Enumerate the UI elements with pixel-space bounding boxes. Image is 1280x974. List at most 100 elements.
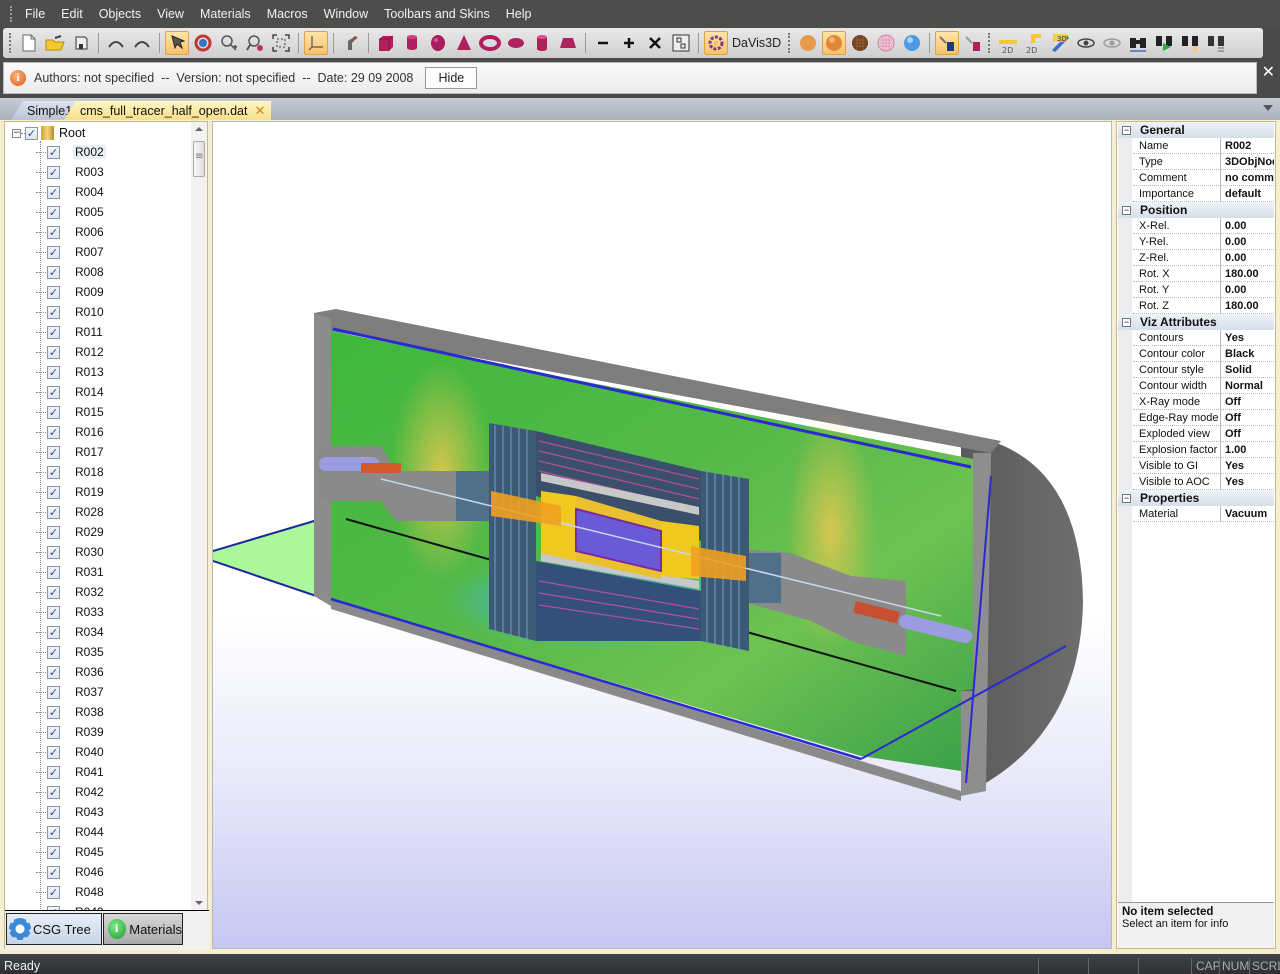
show-hidden-button[interactable] — [1100, 31, 1124, 55]
visibility-checkbox[interactable]: ✓ — [47, 605, 60, 619]
tree-item[interactable]: ✓ R033 — [36, 604, 106, 620]
menu-file[interactable]: File — [17, 7, 53, 21]
subtract-button[interactable] — [591, 31, 615, 55]
menu-window[interactable]: Window — [316, 7, 376, 21]
tree-item[interactable]: ✓ R010 — [36, 304, 106, 320]
visibility-checkbox[interactable]: ✓ — [47, 525, 60, 539]
close-info-bar-icon[interactable]: ✕ — [1262, 62, 1275, 81]
property-category[interactable]: − Viz Attributes — [1118, 314, 1274, 330]
property-category[interactable]: − Position — [1118, 202, 1274, 218]
property-row[interactable]: X-Rel. 0.00 — [1118, 218, 1274, 234]
visibility-checkbox[interactable]: ✓ — [47, 705, 60, 719]
visibility-checkbox[interactable]: ✓ — [47, 825, 60, 839]
visibility-checkbox[interactable]: ✓ — [47, 785, 60, 799]
property-value[interactable]: Off — [1221, 426, 1274, 442]
cone-primitive-button[interactable] — [452, 31, 476, 55]
redo-button[interactable] — [130, 31, 154, 55]
property-value[interactable]: Yes — [1221, 474, 1274, 490]
shade-smooth-button[interactable] — [822, 31, 847, 55]
tree-item[interactable]: ✓ R009 — [36, 284, 106, 300]
trapezoid-primitive-button[interactable] — [556, 31, 580, 55]
cylinder-primitive-button[interactable] — [400, 31, 424, 55]
tab-list-dropdown-icon[interactable] — [1263, 105, 1273, 111]
tree-item[interactable]: ✓ R011 — [36, 324, 105, 340]
view-3d-button[interactable]: 3D — [1048, 31, 1072, 55]
property-value[interactable]: Yes — [1221, 458, 1274, 474]
zoom-in-button[interactable] — [217, 31, 241, 55]
property-value[interactable]: Solid — [1221, 362, 1274, 378]
property-value[interactable]: no comment — [1221, 170, 1274, 186]
tree-item[interactable]: ✓ R044 — [36, 824, 106, 840]
tree-item[interactable]: ✓ R015 — [36, 404, 106, 420]
property-row[interactable]: Edge-Ray mode Off — [1118, 410, 1274, 426]
tree-item[interactable]: ✓ R002 — [36, 144, 106, 160]
visibility-checkbox[interactable]: ✓ — [47, 145, 60, 159]
menu-materials[interactable]: Materials — [192, 7, 259, 21]
visibility-checkbox[interactable]: ✓ — [47, 385, 60, 399]
tube-primitive-button[interactable] — [530, 31, 554, 55]
menu-help[interactable]: Help — [498, 7, 540, 21]
visibility-checkbox[interactable]: ✓ — [47, 225, 60, 239]
tree-item[interactable]: ✓ R007 — [36, 244, 106, 260]
property-row[interactable]: Commentno comment — [1118, 170, 1274, 186]
property-row[interactable]: Contour color Black — [1118, 346, 1274, 362]
property-value[interactable]: 0.00 — [1221, 282, 1274, 298]
visibility-checkbox[interactable]: ✓ — [47, 305, 60, 319]
visibility-checkbox[interactable]: ✓ — [47, 845, 60, 859]
visibility-checkbox[interactable]: ✓ — [47, 885, 60, 899]
tree-item[interactable]: ✓ R004 — [36, 184, 106, 200]
add-button[interactable] — [617, 31, 641, 55]
visibility-checkbox[interactable]: ✓ — [47, 465, 60, 479]
materials-tab[interactable]: Materials — [103, 913, 183, 945]
property-row[interactable]: Explosion factor 1.00 — [1118, 442, 1274, 458]
tree-item[interactable]: ✓ R017 — [36, 444, 106, 460]
box-primitive-button[interactable] — [374, 31, 398, 55]
property-row[interactable]: Contour style Solid — [1118, 362, 1274, 378]
tree-item[interactable]: ✓ R028 — [36, 504, 106, 520]
property-row[interactable]: Name R002 — [1118, 138, 1274, 154]
tree-item[interactable]: ✓ R012 — [36, 344, 106, 360]
tree-item[interactable]: ✓ R037 — [36, 684, 106, 700]
tree-item[interactable]: ✓ R008 — [36, 264, 106, 280]
shade-textured-button[interactable] — [848, 31, 872, 55]
scroll-down-icon[interactable] — [195, 901, 203, 905]
tree-item[interactable]: ✓ R043 — [36, 804, 106, 820]
property-value[interactable]: 0.00 — [1221, 218, 1274, 234]
zoom-region-button[interactable] — [243, 31, 267, 55]
tree-item[interactable]: ✓ R041 — [36, 764, 106, 780]
property-value[interactable]: Off — [1221, 394, 1274, 410]
property-value[interactable]: 0.00 — [1221, 250, 1274, 266]
fit-view-button[interactable] — [269, 31, 293, 55]
tree-item[interactable]: ✓ R013 — [36, 364, 106, 380]
visibility-checkbox[interactable]: ✓ — [47, 365, 60, 379]
collapse-icon[interactable]: − — [1122, 317, 1131, 327]
shade-wire-button[interactable] — [874, 31, 898, 55]
csg-tree-tab[interactable]: CSG Tree — [6, 913, 102, 945]
property-row[interactable]: Y-Rel. 0.00 — [1118, 234, 1274, 250]
find-next-button[interactable] — [1152, 31, 1176, 55]
property-value[interactable]: Normal — [1221, 378, 1274, 394]
toolbar-grip[interactable] — [788, 33, 792, 53]
property-value[interactable]: Vacuum — [1221, 506, 1274, 522]
tree-item[interactable]: ✓ R016 — [36, 424, 106, 440]
collapse-icon[interactable]: − — [1122, 205, 1131, 215]
menu-grip[interactable] — [10, 6, 13, 22]
visibility-checkbox[interactable]: ✓ — [47, 185, 60, 199]
hide-button[interactable]: Hide — [425, 67, 478, 89]
tree-item[interactable]: ✓ R029 — [36, 524, 106, 540]
property-row[interactable]: X-Ray mode Off — [1118, 394, 1274, 410]
tree-item[interactable]: ✓ R042 — [36, 784, 106, 800]
tree-item[interactable]: ✓ R048 — [36, 884, 106, 900]
collapse-icon[interactable]: − — [1122, 493, 1131, 503]
property-value[interactable]: 3DObjNode — [1221, 154, 1274, 170]
visibility-checkbox[interactable]: ✓ — [47, 805, 60, 819]
property-value[interactable]: 180.00 — [1221, 266, 1274, 282]
visibility-checkbox[interactable]: ✓ — [47, 285, 60, 299]
visibility-checkbox[interactable]: ✓ — [47, 245, 60, 259]
visibility-checkbox[interactable]: ✓ — [47, 585, 60, 599]
tree-item[interactable]: ✓ R018 — [36, 464, 106, 480]
measure-2d-button[interactable]: 2D — [996, 31, 1020, 55]
group-button[interactable] — [669, 31, 693, 55]
property-row[interactable]: Contours Yes — [1118, 330, 1274, 346]
visibility-checkbox[interactable]: ✓ — [47, 505, 60, 519]
